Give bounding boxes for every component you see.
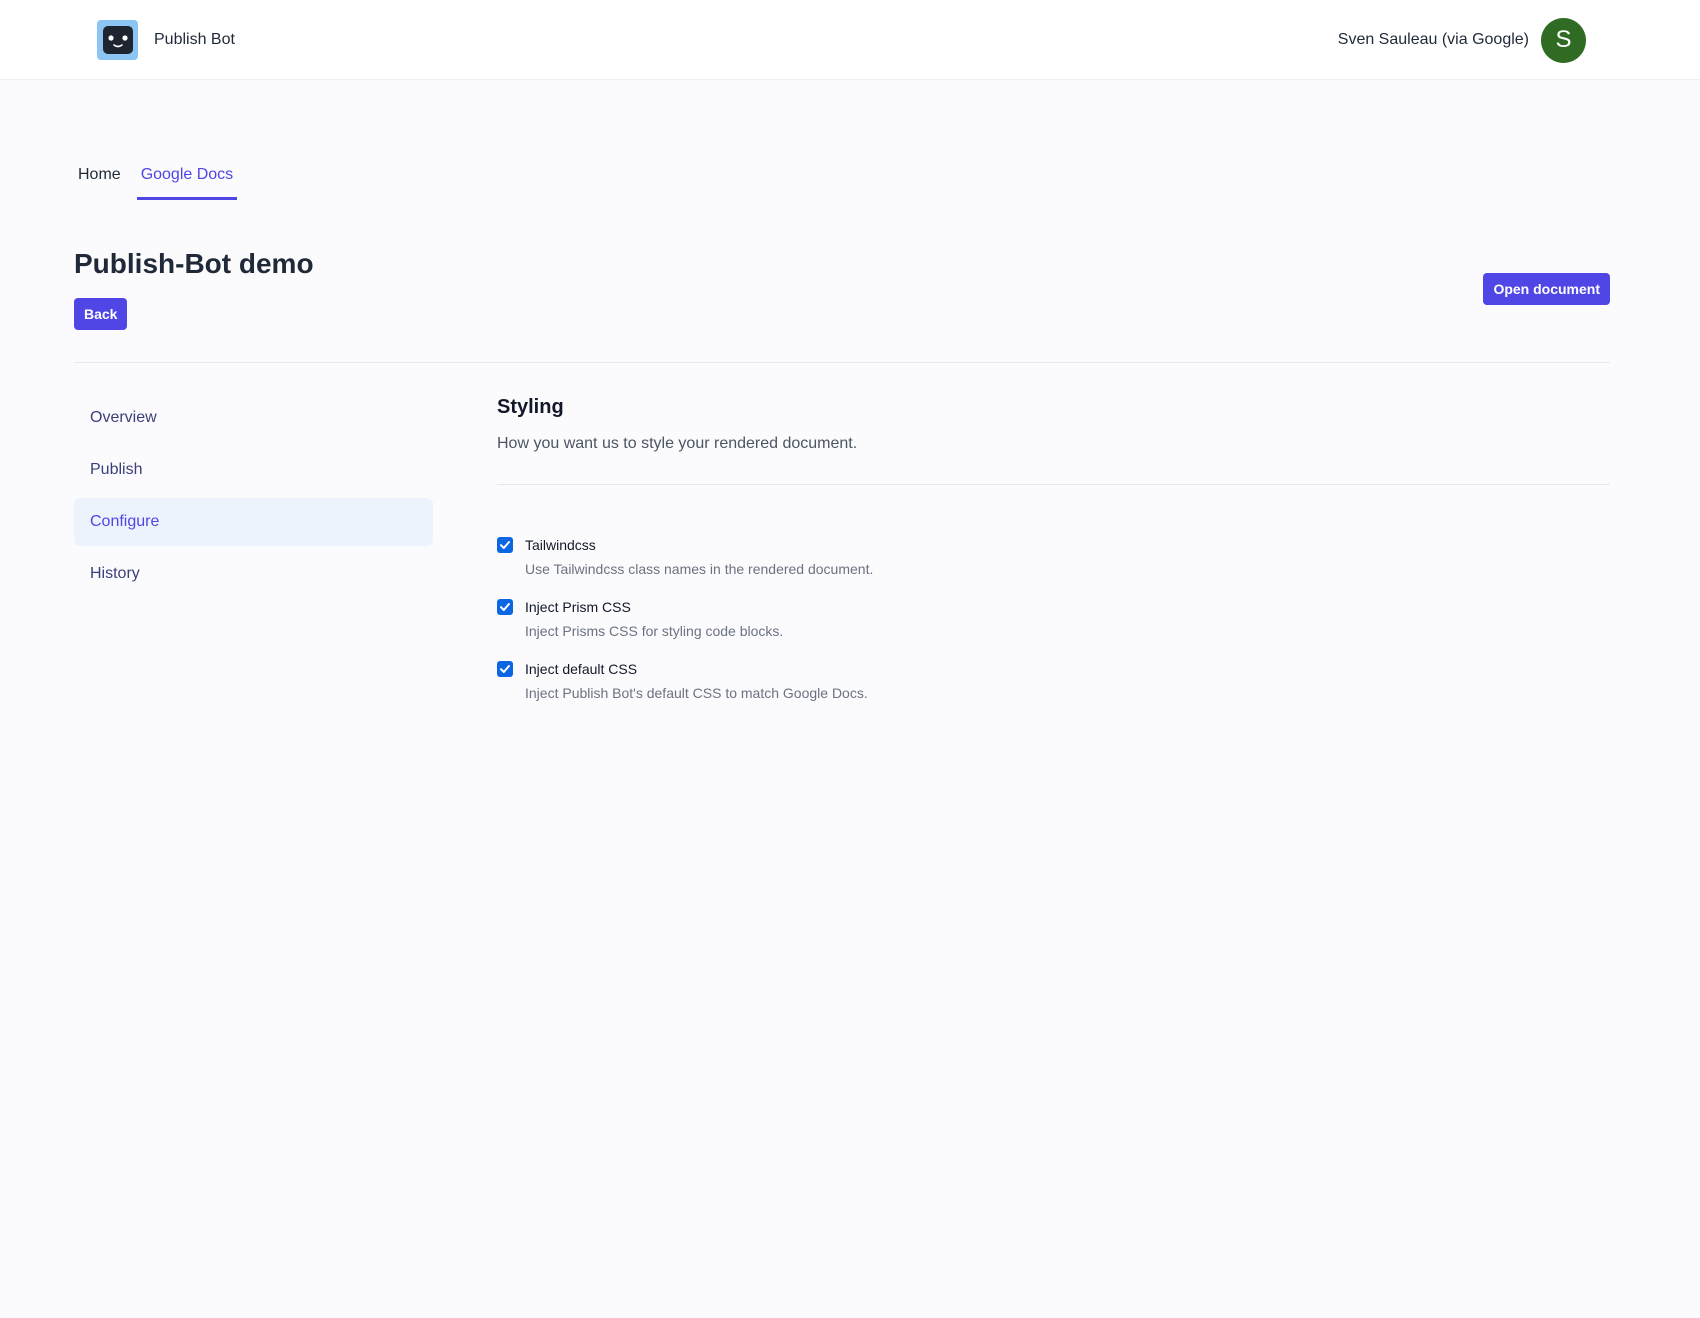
header-divider bbox=[74, 362, 1610, 363]
section-divider bbox=[497, 484, 1610, 485]
option-help: Inject Prisms CSS for styling code block… bbox=[525, 623, 784, 639]
option-help: Inject Publish Bot's default CSS to matc… bbox=[525, 685, 868, 701]
user-name: Sven Sauleau (via Google) bbox=[1337, 31, 1529, 48]
inject-default-css-checkbox[interactable] bbox=[497, 661, 513, 677]
app-name: Publish Bot bbox=[154, 31, 235, 48]
sidebar: Overview Publish Configure History bbox=[74, 394, 433, 602]
option-label[interactable]: Tailwindcss bbox=[525, 536, 1610, 554]
sidebar-item-publish[interactable]: Publish bbox=[74, 446, 433, 494]
main-tabs: Home Google Docs bbox=[78, 150, 257, 202]
tab-home[interactable]: Home bbox=[78, 150, 121, 200]
tailwindcss-checkbox[interactable] bbox=[497, 537, 513, 553]
back-button[interactable]: Back bbox=[74, 298, 128, 330]
option-inject-default-css: Inject default CSS Inject Publish Bot's … bbox=[497, 660, 1610, 702]
option-label[interactable]: Inject Prism CSS bbox=[525, 598, 1610, 616]
inject-prism-css-checkbox[interactable] bbox=[497, 599, 513, 615]
open-document-button[interactable]: Open document bbox=[1483, 273, 1610, 305]
checkmark-icon bbox=[500, 603, 510, 611]
option-help: Use Tailwindcss class names in the rende… bbox=[525, 561, 874, 577]
styling-options: Tailwindcss Use Tailwindcss class names … bbox=[497, 536, 1610, 702]
section-description: How you want us to style your rendered d… bbox=[497, 435, 858, 452]
sidebar-item-overview[interactable]: Overview bbox=[74, 394, 433, 442]
checkmark-icon bbox=[500, 541, 510, 549]
brand[interactable]: Publish Bot bbox=[97, 20, 235, 60]
page-title: Publish-Bot demo bbox=[74, 248, 314, 279]
checkmark-icon bbox=[500, 665, 510, 673]
option-inject-prism-css: Inject Prism CSS Inject Prisms CSS for s… bbox=[497, 598, 1610, 640]
user-menu[interactable]: Sven Sauleau (via Google) S bbox=[1338, 17, 1586, 63]
option-label[interactable]: Inject default CSS bbox=[525, 660, 1610, 678]
avatar[interactable]: S bbox=[1541, 17, 1586, 63]
tab-google-docs[interactable]: Google Docs bbox=[136, 150, 238, 200]
sidebar-item-history[interactable]: History bbox=[74, 550, 433, 598]
styling-section: Styling How you want us to style your re… bbox=[497, 396, 1610, 722]
option-tailwindcss: Tailwindcss Use Tailwindcss class names … bbox=[497, 536, 1610, 578]
section-title: Styling bbox=[497, 396, 564, 418]
robot-logo-icon bbox=[97, 20, 138, 60]
top-bar: Publish Bot Sven Sauleau (via Google) S bbox=[0, 0, 1700, 80]
sidebar-item-configure[interactable]: Configure bbox=[74, 498, 433, 546]
